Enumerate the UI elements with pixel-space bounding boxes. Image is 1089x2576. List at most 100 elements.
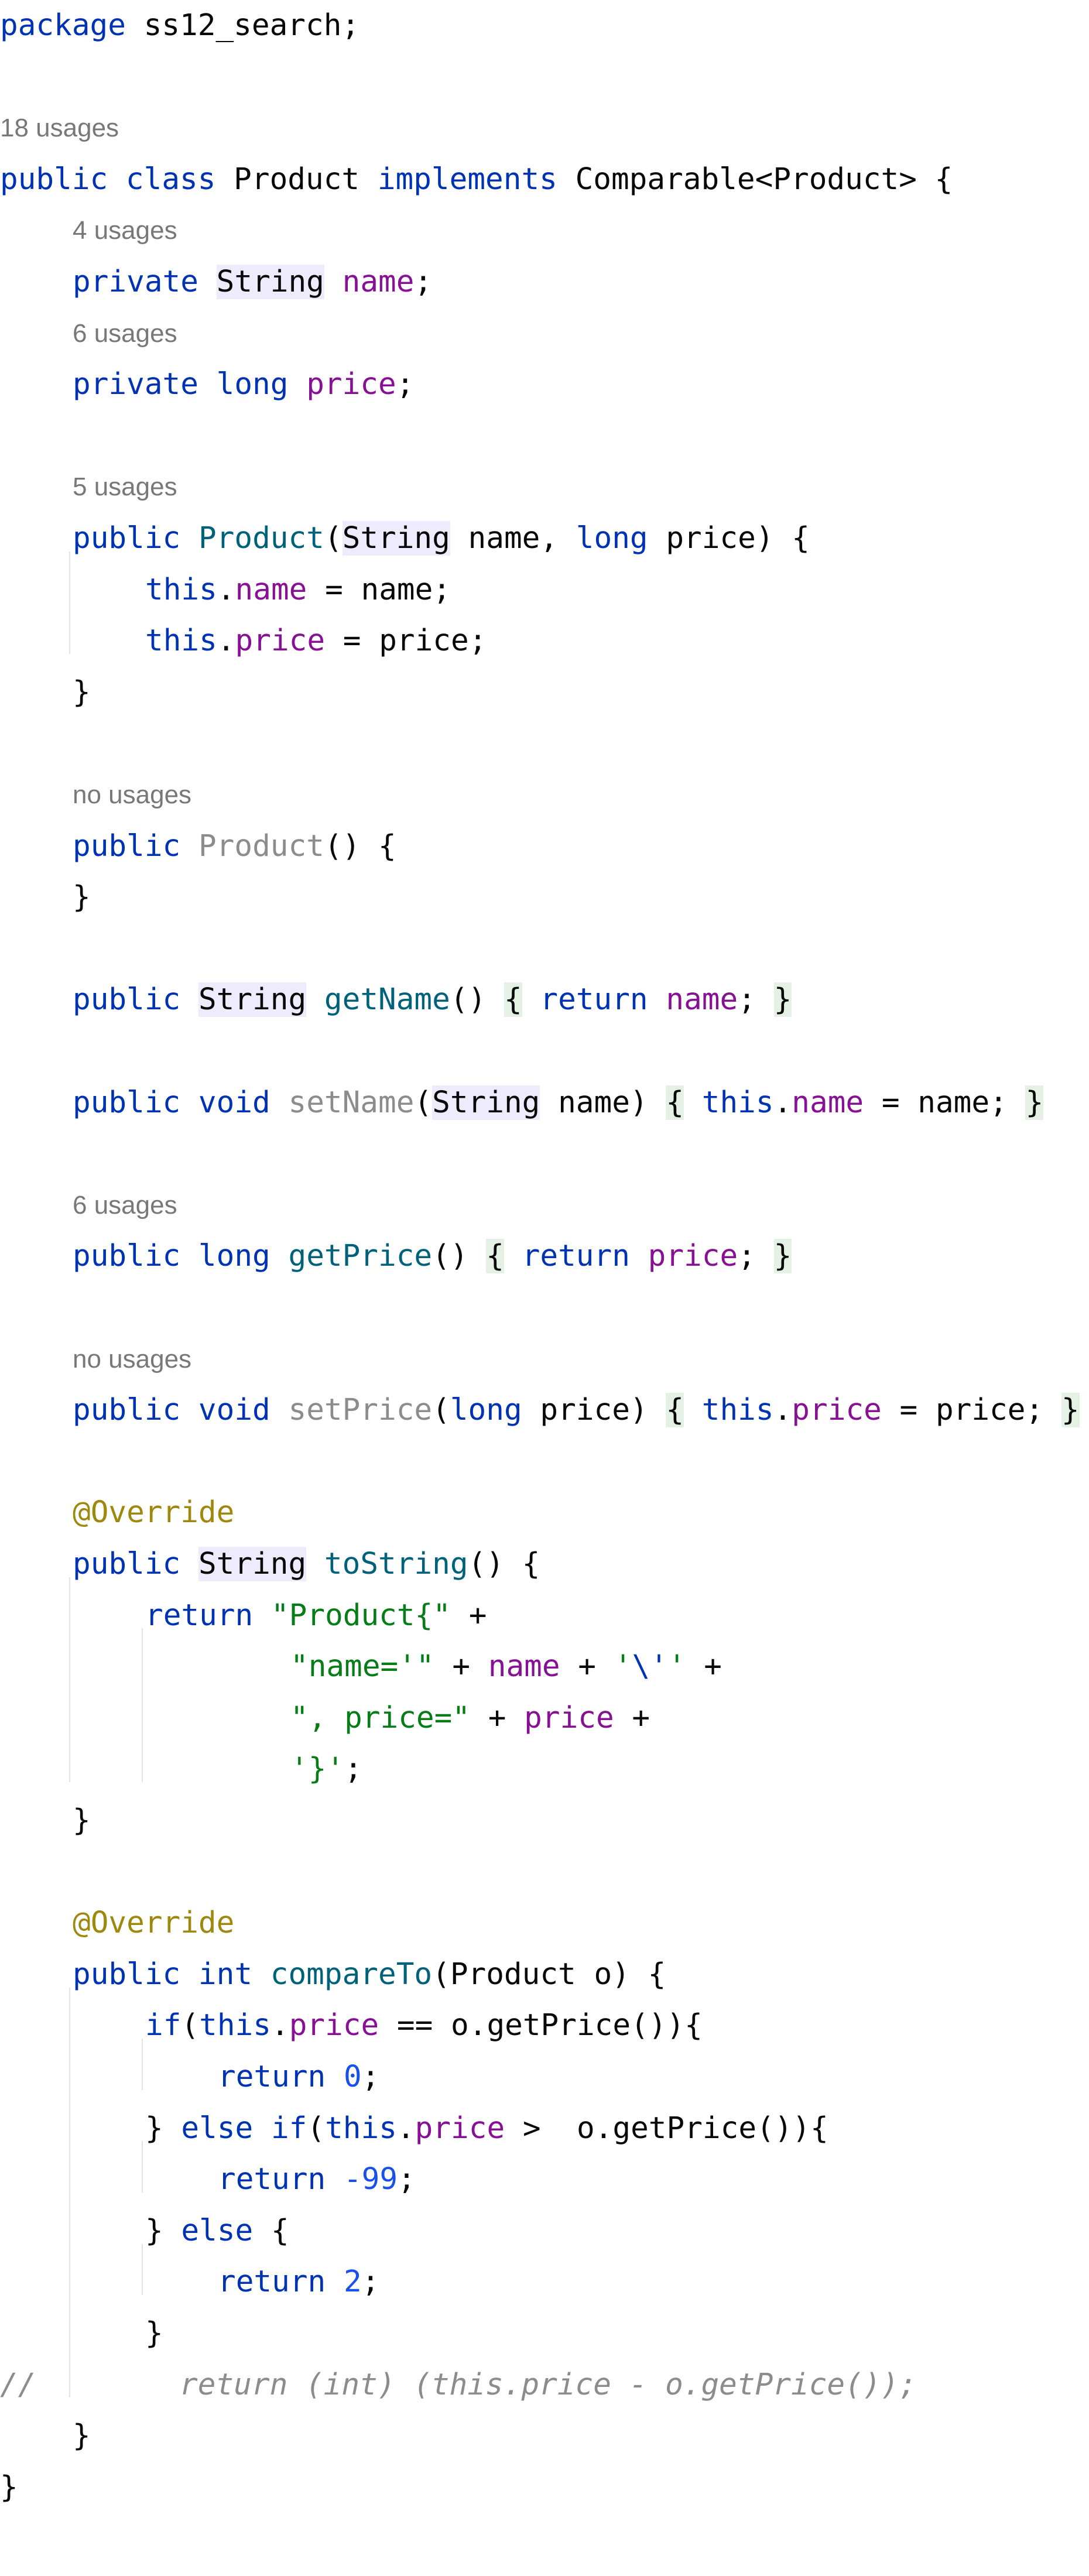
code-token: = name; <box>307 572 451 607</box>
code-token: + <box>451 1598 487 1633</box>
code-token: + <box>614 1700 650 1735</box>
code-line: } <box>145 2308 163 2359</box>
method-name: getName <box>324 982 450 1018</box>
code-line: public void setName(String name) { this.… <box>73 1077 1044 1129</box>
string-token: "Product{" <box>270 1598 451 1633</box>
code-line: public String toString() { <box>73 1539 540 1590</box>
code-line: } <box>73 667 91 718</box>
keyword-token: private <box>73 265 198 299</box>
usages-hint[interactable]: 6 usages <box>73 308 177 359</box>
code-token: () <box>450 982 504 1018</box>
code-token: { <box>253 2213 289 2248</box>
code-token: } <box>145 2316 163 2351</box>
indent-guide <box>142 2141 143 2193</box>
code-line: private long price; <box>73 359 414 410</box>
keyword-token: public <box>73 521 181 556</box>
folded-brace: } <box>773 982 792 1018</box>
code-token: > o.getPrice()){ <box>505 2111 828 2146</box>
code-token: ( <box>324 521 343 556</box>
highlighted-type: String <box>198 1547 307 1581</box>
folded-brace: { <box>486 1239 504 1274</box>
keyword-token: this <box>701 1393 774 1428</box>
code-token: ( <box>181 2008 200 2043</box>
folded-brace: { <box>666 1393 684 1428</box>
highlighted-type: String <box>342 521 450 556</box>
usages-hint[interactable]: no usages <box>73 769 191 821</box>
highlighted-type: String <box>198 982 307 1018</box>
code-token: + <box>560 1649 614 1684</box>
code-token: ; <box>344 1752 362 1787</box>
indent-guide <box>142 1628 143 1783</box>
unused-symbol: Product <box>198 828 324 864</box>
field-token: price <box>792 1393 882 1428</box>
keyword-token: if <box>145 2008 182 2043</box>
code-token: name) <box>540 1085 666 1120</box>
code-line: @Override <box>73 1897 234 1949</box>
code-token: ( <box>414 1085 433 1120</box>
keyword-token: package <box>0 8 126 43</box>
folded-brace: } <box>1061 1393 1080 1428</box>
keyword-token: public <box>73 982 181 1018</box>
code-token: ; <box>398 2162 416 2197</box>
string-token: ' <box>667 1649 686 1684</box>
code-token: ; <box>738 1239 774 1274</box>
usages-hint[interactable]: 18 usages <box>0 102 119 154</box>
usages-hint[interactable]: 6 usages <box>73 1180 177 1231</box>
folded-brace: { <box>666 1085 684 1120</box>
code-token: = name; <box>864 1085 1026 1120</box>
code-line: public String getName() { return name; } <box>73 974 792 1026</box>
code-token: price) { <box>648 521 810 556</box>
field-token: price <box>235 624 326 659</box>
keyword-token: long <box>576 521 648 556</box>
number-token: 0 <box>343 2060 362 2094</box>
keyword-token: this <box>701 1085 774 1120</box>
usages-hint[interactable]: 4 usages <box>73 205 177 256</box>
field-token: price <box>289 2008 379 2043</box>
comment: // return (int) (this.price - o.getPrice… <box>0 2367 917 2402</box>
keyword-token: this <box>325 2111 397 2146</box>
code-token: . <box>217 624 235 659</box>
keyword-token: return <box>218 2060 326 2094</box>
code-line: } <box>73 872 91 923</box>
field-token: price <box>415 2111 505 2146</box>
field-token: price <box>648 1239 738 1274</box>
indent-guide <box>69 551 70 654</box>
code-token: . <box>270 2008 289 2043</box>
indent-guide <box>142 2243 143 2296</box>
code-line: public Product(String name, long price) … <box>73 513 810 564</box>
code-token: () { <box>324 828 396 864</box>
keyword-token: public void <box>73 1393 270 1428</box>
method-name: compareTo <box>270 1957 433 1992</box>
code-token: } <box>73 1803 91 1838</box>
code-line: if(this.price == o.getPrice()){ <box>145 2000 703 2051</box>
keyword-token: this <box>145 624 217 659</box>
folded-brace: } <box>773 1239 792 1274</box>
field-token: name <box>342 265 415 299</box>
string-token: '}' <box>290 1752 345 1787</box>
usages-hint[interactable]: 5 usages <box>73 461 177 513</box>
keyword-token: this <box>199 2008 271 2043</box>
usages-hint[interactable]: no usages <box>73 1334 191 1385</box>
code-line: } <box>73 1795 91 1847</box>
code-token: ( <box>432 1393 450 1428</box>
code-line: this.price = price; <box>145 615 487 667</box>
code-token: . <box>217 572 235 607</box>
code-token: } <box>73 880 91 915</box>
method-name: getPrice <box>288 1239 433 1274</box>
code-editor[interactable]: package ss12_search; 18 usages public clas… <box>0 0 1089 2576</box>
code-token: ss12_search; <box>125 8 360 43</box>
code-line: this.name = name; <box>145 564 451 616</box>
code-line: public int compareTo(Product o) { <box>73 1949 666 2000</box>
code-token: ; <box>361 2060 380 2094</box>
field-token: price <box>306 367 396 402</box>
keyword-token: \' <box>632 1649 668 1684</box>
indent-guide <box>69 1577 70 1783</box>
